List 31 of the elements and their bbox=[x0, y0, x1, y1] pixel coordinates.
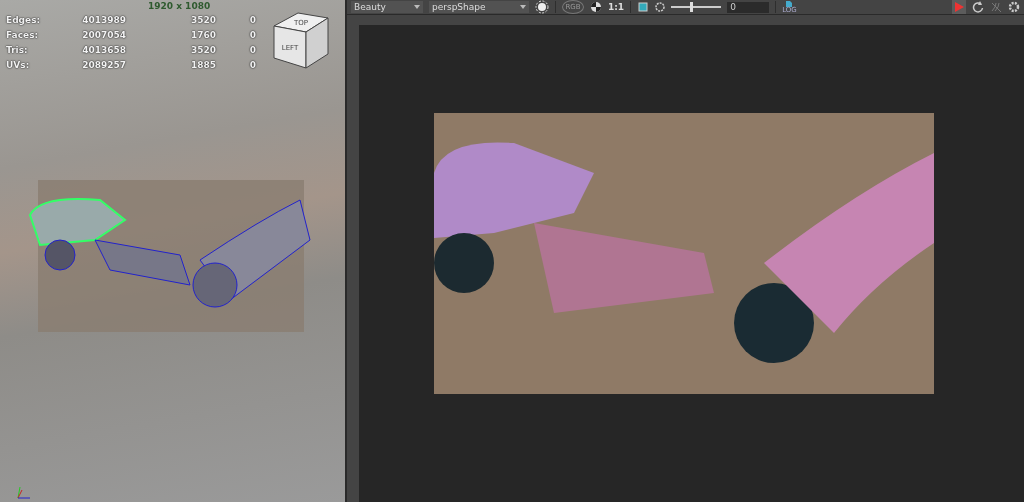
frame-region-icon[interactable] bbox=[637, 1, 650, 13]
settings-icon[interactable] bbox=[1008, 1, 1020, 13]
stat-selected-value: 3520 bbox=[189, 14, 216, 26]
stat-label: Edges: bbox=[6, 14, 42, 26]
stat-value: 2007054 bbox=[81, 29, 126, 41]
checker-circle-icon[interactable] bbox=[590, 1, 602, 13]
stat-label: UVs: bbox=[6, 59, 31, 71]
render-pass-dropdown[interactable]: Beauty bbox=[351, 1, 423, 13]
stat-label: Faces: bbox=[6, 29, 40, 41]
camera-dropdown[interactable]: perspShape bbox=[429, 1, 529, 13]
stat-selected-value: 1885 bbox=[189, 59, 216, 71]
stat-selected-value: 3520 bbox=[189, 44, 216, 56]
stat-value: 0 bbox=[248, 59, 256, 71]
caret-icon bbox=[520, 5, 526, 9]
stat-value: 0 bbox=[248, 14, 256, 26]
resolution-gate-label: 1920 x 1080 bbox=[148, 1, 211, 11]
stat-value: 2089257 bbox=[81, 59, 126, 71]
exposure-icon bbox=[655, 2, 666, 12]
stat-value: 0 bbox=[248, 29, 256, 41]
refresh-icon[interactable] bbox=[972, 1, 984, 13]
stat-selected-value: 1760 bbox=[189, 29, 216, 41]
stat-value: 4013989 bbox=[81, 14, 126, 26]
exposure-field[interactable]: 0 bbox=[727, 1, 770, 13]
exposure-slider[interactable] bbox=[671, 2, 722, 12]
zoom-ratio-button[interactable]: 1:1 bbox=[608, 2, 625, 12]
stat-label: Tris: bbox=[6, 44, 29, 56]
stat-value: 4013658 bbox=[81, 44, 126, 56]
snapshot-icon[interactable] bbox=[535, 0, 549, 14]
stat-value: 0 bbox=[248, 44, 256, 56]
exposure-slider-thumb[interactable] bbox=[690, 2, 694, 12]
caret-icon bbox=[414, 5, 420, 9]
